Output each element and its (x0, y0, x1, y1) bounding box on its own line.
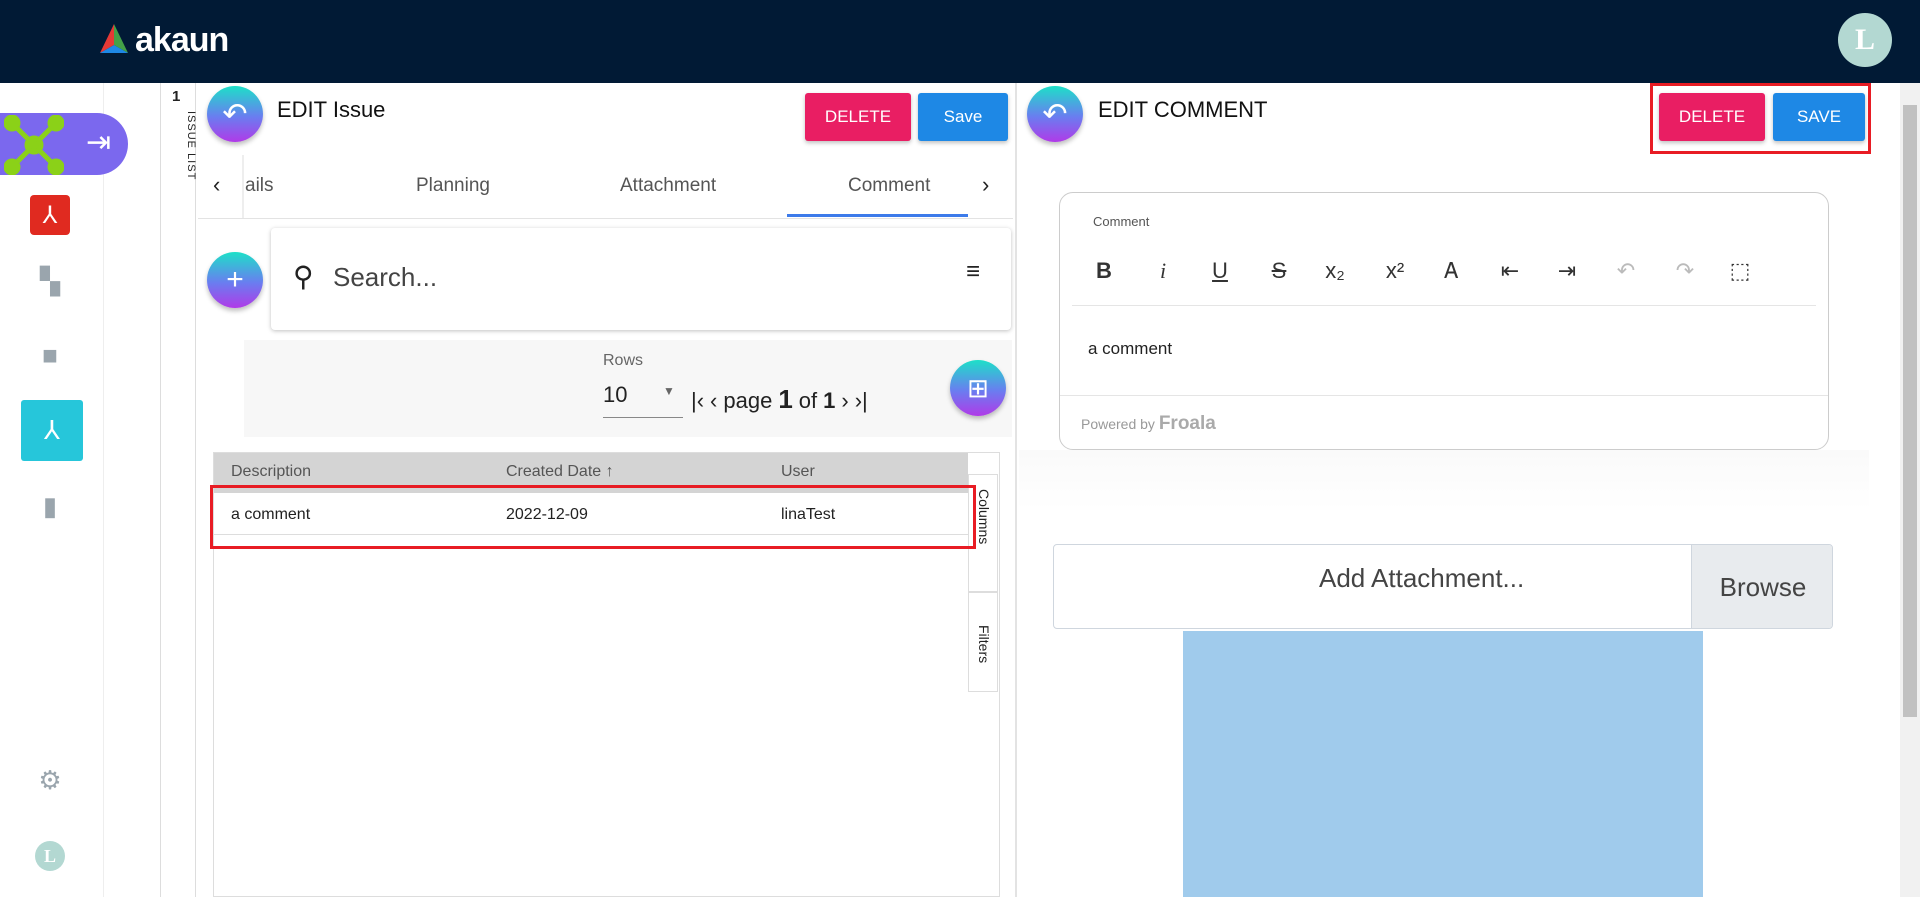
search-bar[interactable]: ⚲ Search... ≡ (271, 228, 1011, 330)
bold-icon[interactable]: B (1089, 258, 1119, 284)
scrollbar-thumb[interactable] (1903, 105, 1917, 717)
filters-label: Filters (976, 625, 992, 664)
column-created-date[interactable]: Created Date ↑ (506, 463, 614, 481)
avatar-letter: L (1854, 23, 1875, 56)
attachment-input[interactable]: Add Attachment... Browse (1053, 544, 1833, 629)
save-issue-button[interactable]: Save (918, 93, 1008, 141)
back-button[interactable]: ↶ (1027, 86, 1083, 142)
attachment-preview (1183, 631, 1703, 897)
undo-icon[interactable]: ↶ (1611, 258, 1641, 284)
avatar-letter: L (43, 845, 56, 866)
chevron-right-icon[interactable]: › (982, 172, 989, 198)
acrobat-icon[interactable]: ⅄ (30, 195, 70, 235)
sign-in-icon: ⇥ (86, 126, 112, 159)
current-page: 1 (778, 384, 793, 414)
strikethrough-icon[interactable]: S (1264, 258, 1294, 284)
delete-issue-button[interactable]: DELETE (805, 93, 911, 141)
tab-comment[interactable]: Comment (848, 175, 930, 197)
last-page-icon[interactable]: ›| (855, 388, 868, 414)
tab-attachment[interactable]: Attachment (620, 175, 716, 197)
browse-button[interactable]: Browse (1691, 545, 1832, 628)
underline-icon[interactable]: U (1205, 258, 1235, 284)
issue-list-strip[interactable]: 1 ISSUE LIST (160, 83, 197, 897)
pager: |‹ ‹ page 1 of 1 › ›| (691, 384, 868, 415)
network-icon (4, 115, 64, 175)
superscript-icon[interactable]: x² (1380, 258, 1410, 284)
tab-scroll-edge (242, 155, 244, 218)
tabs-divider (198, 218, 1013, 219)
column-description[interactable]: Description (231, 463, 311, 481)
page-title: EDIT COMMENT (1098, 97, 1268, 122)
toolbar-divider (1072, 305, 1816, 306)
redo-icon[interactable]: ↷ (1670, 258, 1700, 284)
indent-icon[interactable]: ⇥ (1552, 258, 1582, 284)
page-title: EDIT Issue (277, 97, 386, 122)
first-page-icon[interactable]: |‹ (691, 388, 704, 414)
briefcase-icon[interactable]: ■ (30, 335, 70, 375)
pagination-bar: Rows 10 ▼ |‹ ‹ page 1 of 1 › ›| (244, 340, 1012, 437)
powered-by-text: Powered by (1081, 416, 1155, 432)
issue-count: 1 (172, 88, 181, 105)
of-word: of (798, 388, 818, 413)
editor-content[interactable]: a comment (1088, 339, 1172, 359)
italic-icon[interactable]: i (1148, 258, 1178, 284)
outdent-icon[interactable]: ⇤ (1495, 258, 1525, 284)
powered-by[interactable]: Powered by Froala (1081, 413, 1216, 435)
scrollbar[interactable] (1900, 83, 1920, 897)
froala-brand: Froala (1158, 413, 1216, 434)
logo-text: akaun (135, 20, 229, 59)
page-word: page (723, 388, 773, 413)
issue-list-label: ISSUE LIST (185, 111, 197, 181)
subscript-icon[interactable]: x₂ (1320, 258, 1350, 284)
prev-page-icon[interactable]: ‹ (710, 388, 717, 414)
bar-chart-icon[interactable]: ▮ (30, 486, 70, 526)
top-bar: akaun L (0, 0, 1920, 83)
back-button[interactable]: ↶ (207, 86, 263, 142)
rows-label: Rows (603, 352, 644, 369)
grid-view-button[interactable]: ⊞ (950, 360, 1006, 416)
filters-side-tab[interactable]: Filters (968, 592, 998, 692)
issue-tracker-icon[interactable]: ⅄ (21, 400, 83, 461)
dropdown-arrow-icon: ▼ (663, 384, 675, 398)
panel-divider (1015, 83, 1017, 897)
section-gap (1019, 450, 1869, 510)
applet-menu-button[interactable]: ⇥ (0, 113, 128, 175)
plus-icon: + (226, 263, 244, 296)
footer-divider (1060, 395, 1828, 396)
select-all-icon[interactable]: ⬚ (1725, 258, 1755, 284)
comment-editor: Comment a comment Powered by Froala (1059, 192, 1829, 450)
sidebar: ⇥ ⅄ ▚ ■ ⅄ ▮ ⚙ L (0, 83, 128, 897)
attachment-placeholder: Add Attachment... (1319, 563, 1525, 593)
akaun-logo[interactable]: akaun (97, 20, 229, 60)
total-pages: 1 (823, 388, 836, 413)
rows-select[interactable]: 10 ▼ (603, 378, 683, 418)
active-tab-indicator (787, 214, 968, 217)
editor-label: Comment (1093, 214, 1150, 229)
profile-avatar[interactable]: L (35, 841, 65, 871)
logo-icon (100, 24, 128, 53)
column-user[interactable]: User (781, 463, 815, 481)
tab-details[interactable]: ails (245, 175, 274, 197)
next-page-icon[interactable]: › (841, 388, 848, 414)
clear-formatting-icon[interactable]: Ꭺ (1437, 258, 1467, 284)
grid-icon: ⊞ (967, 372, 989, 403)
dashboard-icon[interactable]: ▚ (30, 261, 70, 301)
back-arrow-icon: ↶ (1042, 97, 1068, 131)
search-input[interactable]: Search... (333, 262, 437, 293)
highlight-buttons-box (1650, 83, 1871, 154)
add-comment-button[interactable]: + (207, 252, 263, 308)
rows-value: 10 (603, 382, 628, 407)
highlight-row-box (210, 485, 976, 549)
search-icon: ⚲ (293, 261, 314, 292)
columns-label: Columns (976, 489, 992, 545)
user-avatar[interactable]: L (1838, 13, 1892, 67)
chevron-left-icon[interactable]: ‹ (213, 172, 220, 198)
tab-planning[interactable]: Planning (416, 175, 490, 197)
gear-icon[interactable]: ⚙ (30, 760, 70, 800)
filter-list-icon[interactable]: ≡ (966, 258, 980, 286)
back-arrow-icon: ↶ (222, 97, 248, 131)
